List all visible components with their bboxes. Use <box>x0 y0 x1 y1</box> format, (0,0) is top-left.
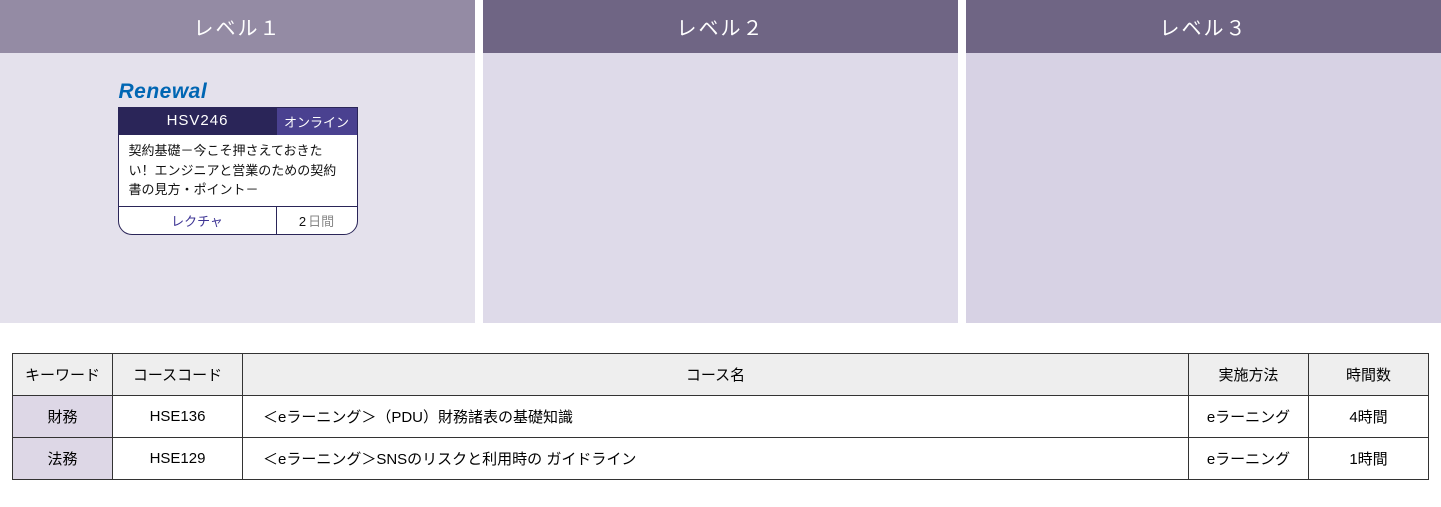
course-duration: 2日間 <box>277 207 357 234</box>
cell-code: HSE136 <box>113 396 243 438</box>
course-mode-badge: オンライン <box>277 108 357 135</box>
level-1-column: レベル１ Renewal HSV246 オンライン 契約基礎－今こそ押さえておき… <box>0 0 475 323</box>
course-card[interactable]: Renewal HSV246 オンライン 契約基礎－今こそ押さえておきたい！エン… <box>118 107 358 235</box>
renewal-badge: Renewal <box>119 80 208 104</box>
level-2-body <box>483 53 958 323</box>
duration-number: 2 <box>299 214 306 229</box>
course-table: キーワード コースコード コース名 実施方法 時間数 財務 HSE136 ＜eラ… <box>12 353 1429 480</box>
course-title: 契約基礎－今こそ押さえておきたい！エンジニアと営業のための契約書の見方・ポイント… <box>119 135 357 207</box>
level-3-body <box>966 53 1441 323</box>
cell-hours: 4時間 <box>1309 396 1429 438</box>
course-type: レクチャ <box>119 207 277 234</box>
cell-method: eラーニング <box>1189 396 1309 438</box>
card-bottom-row: レクチャ 2日間 <box>119 207 357 234</box>
duration-unit: 日間 <box>308 214 334 229</box>
course-table-wrap: キーワード コースコード コース名 実施方法 時間数 財務 HSE136 ＜eラ… <box>0 323 1441 480</box>
cell-keyword: 法務 <box>13 438 113 480</box>
level-3-column: レベル３ <box>966 0 1441 323</box>
cell-method: eラーニング <box>1189 438 1309 480</box>
level-1-header: レベル１ <box>0 0 475 53</box>
table-row: 法務 HSE129 ＜eラーニング＞SNSのリスクと利用時の ガイドライン eラ… <box>13 438 1429 480</box>
table-row: 財務 HSE136 ＜eラーニング＞（PDU）財務諸表の基礎知識 eラーニング … <box>13 396 1429 438</box>
th-method: 実施方法 <box>1189 354 1309 396</box>
card-top-row: HSV246 オンライン <box>119 108 357 135</box>
table-header-row: キーワード コースコード コース名 実施方法 時間数 <box>13 354 1429 396</box>
cell-name: ＜eラーニング＞SNSのリスクと利用時の ガイドライン <box>243 438 1189 480</box>
course-code: HSV246 <box>119 108 277 135</box>
th-name: コース名 <box>243 354 1189 396</box>
level-2-column: レベル２ <box>483 0 958 323</box>
th-keyword: キーワード <box>13 354 113 396</box>
cell-hours: 1時間 <box>1309 438 1429 480</box>
th-hours: 時間数 <box>1309 354 1429 396</box>
level-3-header: レベル３ <box>966 0 1441 53</box>
cell-name: ＜eラーニング＞（PDU）財務諸表の基礎知識 <box>243 396 1189 438</box>
level-1-body: Renewal HSV246 オンライン 契約基礎－今こそ押さえておきたい！エン… <box>0 53 475 323</box>
levels-row: レベル１ Renewal HSV246 オンライン 契約基礎－今こそ押さえておき… <box>0 0 1441 323</box>
level-2-header: レベル２ <box>483 0 958 53</box>
cell-keyword: 財務 <box>13 396 113 438</box>
th-code: コースコード <box>113 354 243 396</box>
cell-code: HSE129 <box>113 438 243 480</box>
